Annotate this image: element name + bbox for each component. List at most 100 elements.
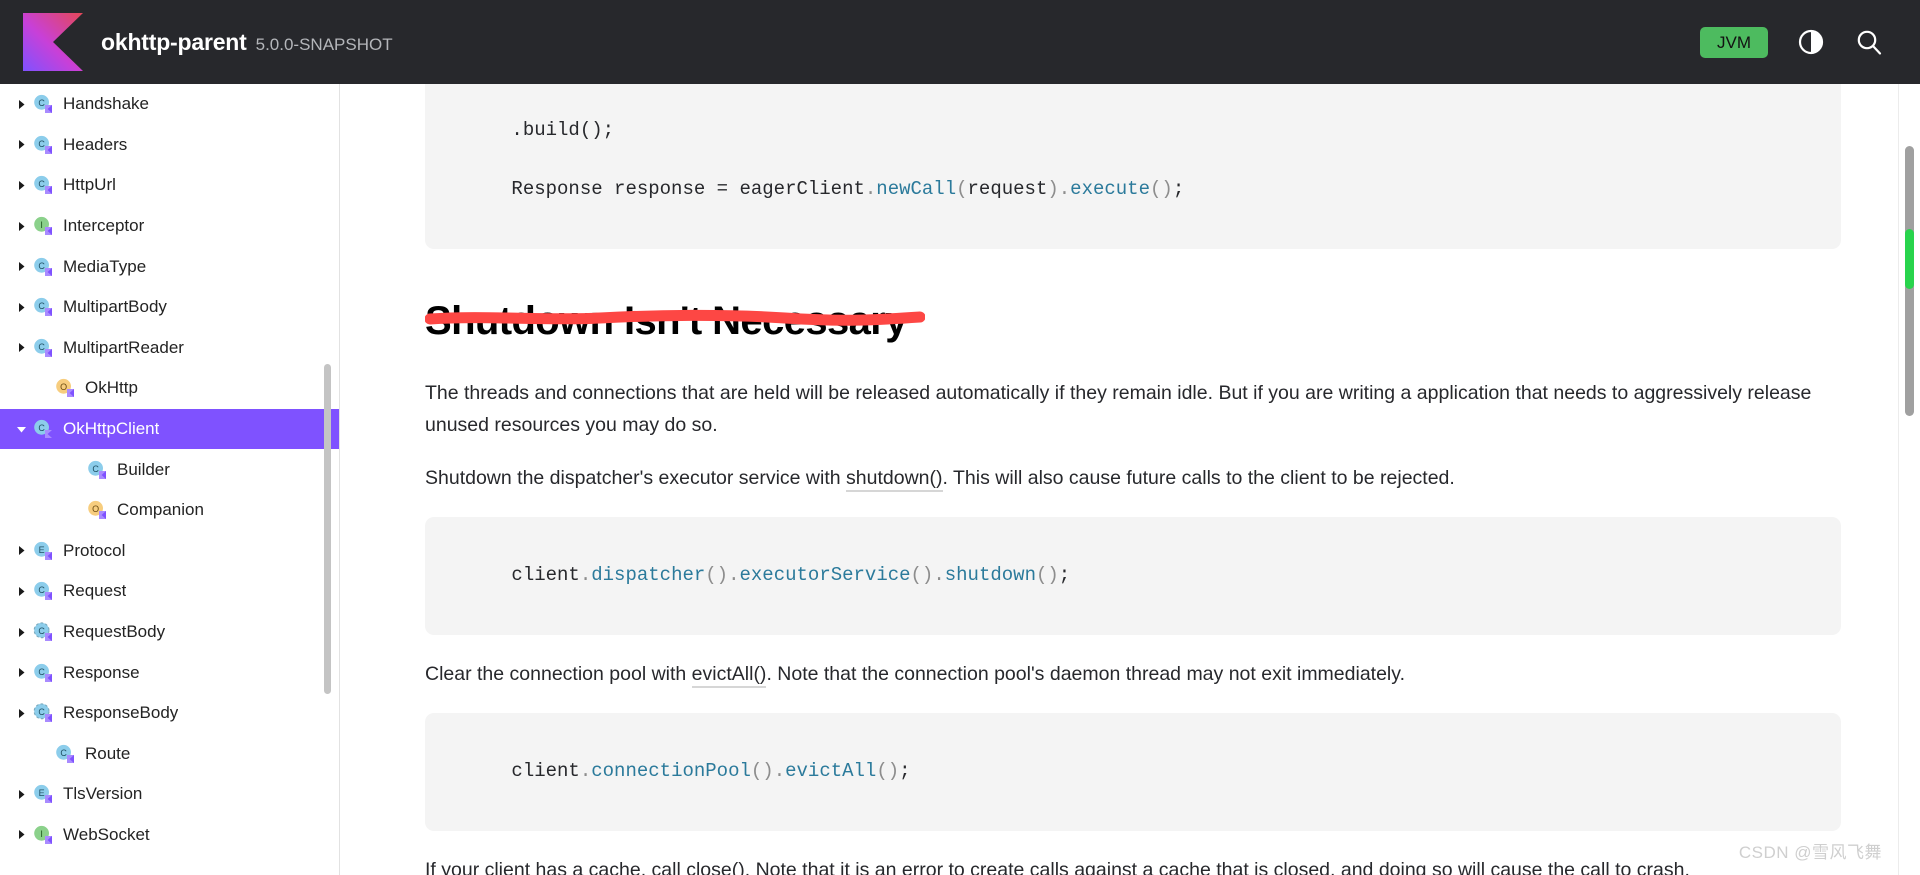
- chevron-right-icon[interactable]: [10, 221, 32, 232]
- sidebar-item-okhttpclient[interactable]: C OkHttpClient: [0, 408, 339, 450]
- sidebar-item-request[interactable]: C Request: [0, 571, 339, 612]
- sidebar-item-mediatype[interactable]: C MediaType: [0, 246, 339, 287]
- brand-version: 5.0.0-SNAPSHOT: [255, 34, 393, 54]
- svg-text:C: C: [38, 585, 45, 595]
- code-line: client.dispatcher().executorService().sh…: [511, 564, 1070, 586]
- code-token: ;: [1172, 178, 1185, 201]
- chevron-right-icon[interactable]: [10, 261, 32, 272]
- object-icon: O: [86, 499, 108, 521]
- chevron-right-icon[interactable]: [10, 99, 32, 110]
- code-token: .: [773, 760, 786, 783]
- sidebar-scrollbar-thumb[interactable]: [324, 364, 331, 694]
- paragraph-cache-before: If your client has a cache, call: [425, 859, 687, 875]
- code-token: .: [1058, 178, 1071, 201]
- code-token: .: [864, 178, 877, 201]
- code-token: dispatcher: [591, 564, 706, 587]
- sidebar-scrollbar-track[interactable]: [324, 84, 335, 875]
- enum-icon: E: [32, 540, 54, 562]
- code-token: executorService: [739, 564, 911, 587]
- chevron-right-icon[interactable]: [10, 708, 32, 719]
- paragraph-shutdown: Shutdown the dispatcher's executor servi…: [425, 463, 1841, 495]
- code-token: (): [750, 760, 774, 783]
- app-header: okhttp-parent 5.0.0-SNAPSHOT JVM: [0, 0, 1920, 84]
- sidebar-item-label: MultipartBody: [63, 297, 167, 317]
- kotlin-logo[interactable]: [23, 13, 83, 71]
- sidebar-item-responsebody[interactable]: C ResponseBody: [0, 693, 339, 734]
- chevron-right-icon[interactable]: [10, 829, 32, 840]
- object-icon: O: [54, 377, 76, 399]
- chevron-down-icon[interactable]: [10, 424, 32, 435]
- code-token: Response response = eagerClient: [511, 178, 865, 201]
- class-icon: C: [32, 93, 54, 115]
- sidebar-item-multipartreader[interactable]: C MultipartReader: [0, 328, 339, 369]
- sidebar-item-label: Protocol: [63, 540, 126, 560]
- class-icon: C: [32, 662, 54, 684]
- sidebar-item-label: Request: [63, 581, 127, 601]
- class-icon: C: [32, 256, 54, 278]
- svg-text:E: E: [39, 545, 45, 555]
- sidebar-item-label: ResponseBody: [63, 703, 179, 723]
- watermark: CSDN @雪风飞舞: [1738, 843, 1882, 862]
- sidebar-item-websocket[interactable]: I WebSocket: [0, 815, 339, 856]
- code-token: .: [728, 564, 740, 587]
- sidebar-item-label: OkHttpClient: [63, 419, 160, 439]
- sidebar-item-headers[interactable]: C Headers: [0, 125, 339, 166]
- code-token: newCall: [876, 178, 957, 201]
- chevron-right-icon[interactable]: [10, 342, 32, 353]
- main-content: .build(); Response response = eagerClien…: [341, 84, 1901, 875]
- sidebar-item-label: MultipartReader: [63, 337, 184, 357]
- sidebar-item-requestbody[interactable]: C RequestBody: [0, 612, 339, 653]
- half-circle-contrast-icon[interactable]: [1796, 27, 1826, 57]
- svg-text:C: C: [38, 667, 45, 677]
- class-icon: C: [54, 743, 76, 765]
- page-scrollbar-track[interactable]: [1898, 84, 1920, 875]
- sidebar-item-label: RequestBody: [63, 622, 166, 642]
- sidebar-item-label: Builder: [117, 459, 170, 479]
- sidebar-item-okhttp[interactable]: O OkHttp: [0, 368, 339, 409]
- sidebar-item-handshake[interactable]: C Handshake: [0, 84, 339, 125]
- code-block-shutdown[interactable]: client.dispatcher().executorService().sh…: [425, 516, 1841, 636]
- sidebar-item-httpurl[interactable]: C HttpUrl: [0, 165, 339, 206]
- code-block-evictall[interactable]: client.connectionPool().evictAll();: [425, 712, 1841, 832]
- chevron-right-icon[interactable]: [10, 545, 32, 556]
- search-icon[interactable]: [1854, 27, 1884, 57]
- inline-code-close[interactable]: close(): [686, 859, 745, 875]
- paragraph-intro: The threads and connections that are hel…: [425, 382, 1812, 436]
- code-token: shutdown: [944, 564, 1036, 587]
- brand-name: okhttp-parent: [101, 28, 247, 55]
- chevron-right-icon[interactable]: [10, 789, 32, 800]
- code-block-top[interactable]: .build(); Response response = eagerClien…: [425, 84, 1841, 250]
- paragraph-evictall-after: . Note that the connection pool's daemon…: [766, 663, 1405, 686]
- chevron-right-icon[interactable]: [10, 180, 32, 191]
- sidebar-item-interceptor[interactable]: I Interceptor: [0, 206, 339, 247]
- sidebar-item-builder[interactable]: C Builder: [0, 449, 339, 490]
- chevron-right-icon[interactable]: [10, 586, 32, 597]
- sidebar-item-route[interactable]: C Route: [0, 734, 339, 775]
- sidebar-item-multipartbody[interactable]: C MultipartBody: [0, 287, 339, 328]
- code-token: .: [933, 564, 945, 587]
- platform-badge-jvm[interactable]: JVM: [1700, 26, 1768, 58]
- class-icon: C: [32, 580, 54, 602]
- sidebar-item-response[interactable]: C Response: [0, 652, 339, 693]
- code-token: .: [579, 760, 592, 783]
- sidebar-item-protocol[interactable]: E Protocol: [0, 531, 339, 572]
- svg-text:C: C: [92, 464, 99, 474]
- sidebar-item-tlsversion[interactable]: E TlsVersion: [0, 774, 339, 815]
- chevron-right-icon[interactable]: [10, 302, 32, 313]
- svg-text:C: C: [60, 748, 67, 758]
- code-token: (): [705, 564, 729, 587]
- code-token: connectionPool: [591, 760, 751, 783]
- chevron-right-icon[interactable]: [10, 667, 32, 678]
- sidebar-item-label: WebSocket: [63, 824, 150, 844]
- inline-code-shutdown[interactable]: shutdown(): [846, 467, 943, 493]
- chevron-right-icon[interactable]: [10, 139, 32, 150]
- svg-text:C: C: [38, 626, 45, 636]
- svg-text:C: C: [38, 139, 45, 149]
- sidebar-item-companion[interactable]: O Companion: [0, 490, 339, 531]
- chevron-right-icon[interactable]: [10, 627, 32, 638]
- sidebar-navigation[interactable]: C Handshake C Headers C HttpUrl I Interceptor C M…: [0, 84, 340, 875]
- code-token: evictAll: [785, 760, 877, 783]
- brand[interactable]: okhttp-parent 5.0.0-SNAPSHOT: [101, 29, 393, 56]
- code-token: request: [967, 178, 1048, 201]
- inline-code-evictall[interactable]: evictAll(): [691, 663, 767, 689]
